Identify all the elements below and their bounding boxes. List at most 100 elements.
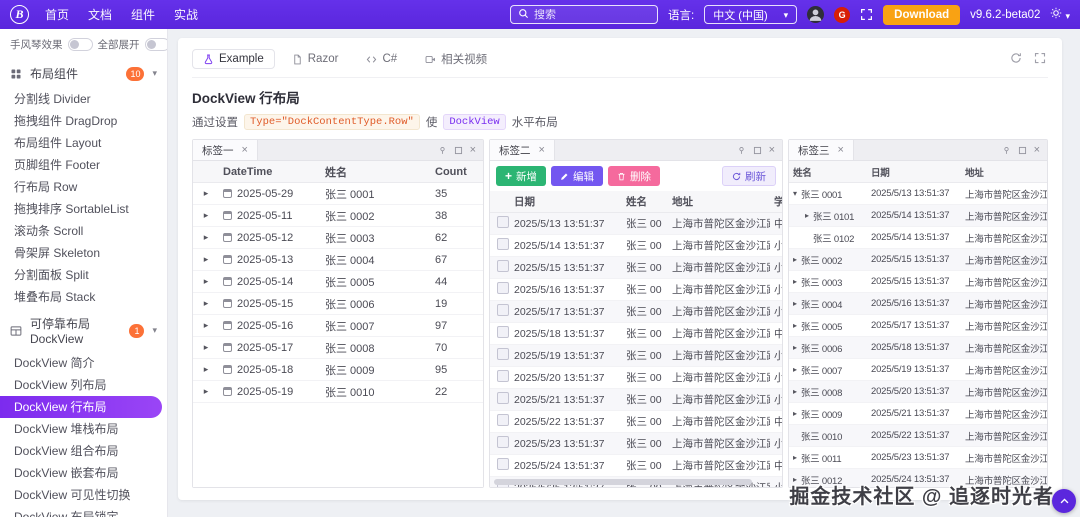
column-date[interactable]: 日期 (510, 194, 622, 209)
row-checkbox[interactable] (497, 436, 509, 448)
back-to-top-button[interactable] (1052, 489, 1076, 513)
table-row[interactable]: 2025/5/18 13:51:37 张三 00 上海市普陀区金沙江路 1 中学 (490, 323, 782, 345)
expand-caret-icon[interactable] (793, 453, 797, 462)
table-row[interactable]: 2025/5/14 13:51:37 张三 00 上海市普陀区金沙江路 1 小学 (490, 235, 782, 257)
table-row[interactable]: 2025-05-17 张三 0008 70 (193, 337, 483, 359)
expand-caret-icon[interactable] (793, 387, 797, 396)
table-row[interactable]: 2025/5/15 13:51:37 张三 00 上海市普陀区金沙江路 1 小学 (490, 257, 782, 279)
expand-caret-icon[interactable] (193, 386, 219, 397)
column-address[interactable]: 地址 (961, 165, 1047, 179)
tab-csharp[interactable]: C# (355, 49, 408, 69)
tab-videos[interactable]: 相关视频 (414, 47, 498, 71)
sidebar-item[interactable]: DockView 简介 (0, 352, 167, 374)
table-row[interactable]: 张三 0010 2025/5/22 13:51:37 上海市普陀区金沙江路 13 (789, 425, 1047, 447)
nav-menu-item[interactable]: 组件 (131, 6, 155, 23)
table-row[interactable]: 张三 0001 2025/5/13 13:51:37 上海市普陀区金沙江路 16 (789, 183, 1047, 205)
close-icon[interactable] (242, 145, 248, 156)
sidebar-item[interactable]: 页脚组件 Footer (0, 154, 167, 176)
sidebar-item[interactable]: 拖拽排序 SortableList (0, 198, 167, 220)
refresh-icon[interactable] (1010, 52, 1022, 64)
table-row[interactable]: 张三 0009 2025/5/21 13:51:37 上海市普陀区金沙江路 14 (789, 403, 1047, 425)
row-checkbox[interactable] (497, 458, 509, 470)
pin-icon[interactable] (737, 146, 746, 155)
sidebar-item[interactable]: DockView 组合布局 (0, 440, 167, 462)
table-row[interactable]: 张三 0102 2025/5/14 13:51:37 上海市普陀区金沙江路 17 (789, 227, 1047, 249)
sidebar-item[interactable]: DockView 可见性切换 (0, 484, 167, 506)
column-datetime[interactable]: DateTime (219, 166, 321, 178)
search-box[interactable] (510, 5, 659, 24)
table-row[interactable]: 张三 0006 2025/5/18 13:51:37 上海市普陀区金沙江路 10 (789, 337, 1047, 359)
sidebar-item[interactable]: 布局组件 Layout (0, 132, 167, 154)
maximize-icon[interactable] (1018, 146, 1027, 155)
maximize-icon[interactable] (753, 146, 762, 155)
row-checkbox[interactable] (497, 260, 509, 272)
row-checkbox[interactable] (497, 304, 509, 316)
table-row[interactable]: 2025/5/16 13:51:37 张三 00 上海市普陀区金沙江路 1 小学 (490, 279, 782, 301)
sidebar-item[interactable]: DockView 堆栈布局 (0, 418, 167, 440)
table-row[interactable]: 2025-05-16 张三 0007 97 (193, 315, 483, 337)
row-checkbox[interactable] (497, 414, 509, 426)
table-row[interactable]: 2025/5/23 13:51:37 张三 00 上海市普陀区金沙江路 1 小学 (490, 433, 782, 455)
expand-caret-icon[interactable] (193, 342, 219, 353)
expand-icon[interactable] (1034, 52, 1046, 64)
accordion-toggle[interactable] (67, 38, 93, 51)
sidebar-item[interactable]: DockView 列布局 (0, 374, 167, 396)
pin-icon[interactable] (438, 146, 447, 155)
column-education[interactable]: 学历 (770, 194, 782, 209)
table-row[interactable]: 2025-05-12 张三 0003 62 (193, 227, 483, 249)
sidebar-item[interactable]: 滚动条 Scroll (0, 220, 167, 242)
expand-caret-icon[interactable] (193, 232, 219, 243)
sidebar-group-dockview[interactable]: 可停靠布局 DockView 1 (0, 308, 167, 352)
add-button[interactable]: 新增 (496, 166, 547, 186)
brand-logo[interactable]: B (10, 5, 29, 24)
edit-button[interactable]: 编辑 (551, 166, 604, 186)
row-checkbox[interactable] (497, 282, 509, 294)
delete-button[interactable]: 删除 (608, 166, 661, 186)
close-icon[interactable] (838, 145, 844, 156)
pin-icon[interactable] (1002, 146, 1011, 155)
sidebar-item[interactable]: 骨架屏 Skeleton (0, 242, 167, 264)
close-icon[interactable] (539, 145, 545, 156)
dock-tab-one[interactable]: 标签一 (193, 140, 258, 160)
expand-all-toggle[interactable] (144, 38, 167, 51)
table-row[interactable]: 2025-05-19 张三 0010 22 (193, 381, 483, 403)
row-checkbox[interactable] (497, 238, 509, 250)
horizontal-scrollbar[interactable] (494, 479, 752, 485)
column-date[interactable]: 日期 (867, 165, 961, 179)
sidebar-item[interactable]: 行布局 Row (0, 176, 167, 198)
column-count[interactable]: Count (431, 166, 483, 178)
sidebar-item[interactable]: DockView 嵌套布局 (0, 462, 167, 484)
expand-caret-icon[interactable] (193, 188, 219, 199)
expand-caret-icon[interactable] (193, 320, 219, 331)
tab-razor[interactable]: Razor (281, 49, 350, 69)
download-button[interactable]: Download (883, 4, 961, 25)
nav-menu-item[interactable]: 文档 (88, 6, 112, 23)
expand-caret-icon[interactable] (193, 298, 219, 309)
close-icon[interactable] (470, 145, 476, 156)
nav-menu-item[interactable]: 首页 (45, 6, 69, 23)
table-row[interactable]: 2025/5/20 13:51:37 张三 00 上海市普陀区金沙江路 1 小学 (490, 367, 782, 389)
expand-caret-icon[interactable] (793, 255, 797, 264)
row-checkbox[interactable] (497, 216, 509, 228)
row-checkbox[interactable] (497, 370, 509, 382)
search-input[interactable] (534, 8, 651, 21)
dock-tab-two[interactable]: 标签二 (490, 140, 555, 160)
expand-caret-icon[interactable] (793, 321, 797, 330)
column-name[interactable]: 姓名 (622, 194, 668, 209)
expand-caret-icon[interactable] (193, 254, 219, 265)
table-row[interactable]: 2025/5/22 13:51:37 张三 00 上海市普陀区金沙江路 1 中学 (490, 411, 782, 433)
sidebar-item[interactable]: 拖拽组件 DragDrop (0, 110, 167, 132)
language-select[interactable]: 中文 (中国) (704, 5, 798, 24)
expand-caret-icon[interactable] (793, 189, 797, 198)
nav-menu-item[interactable]: 实战 (174, 6, 198, 23)
theme-switcher[interactable] (1050, 7, 1070, 22)
table-row[interactable]: 2025-05-13 张三 0004 67 (193, 249, 483, 271)
tab-example[interactable]: Example (192, 49, 275, 69)
maximize-icon[interactable] (454, 146, 463, 155)
sidebar-item[interactable]: 分割面板 Split (0, 264, 167, 286)
table-row[interactable]: 2025/5/24 13:51:37 张三 00 上海市普陀区金沙江路 1 中学 (490, 455, 782, 477)
row-checkbox[interactable] (497, 348, 509, 360)
table-row[interactable]: 张三 0008 2025/5/20 13:51:37 上海市普陀区金沙江路 17 (789, 381, 1047, 403)
table-row[interactable]: 张三 0101 2025/5/14 13:51:37 上海市普陀区金沙江路 19 (789, 205, 1047, 227)
table-row[interactable]: 张三 0003 2025/5/15 13:51:37 上海市普陀区金沙江路 14 (789, 271, 1047, 293)
